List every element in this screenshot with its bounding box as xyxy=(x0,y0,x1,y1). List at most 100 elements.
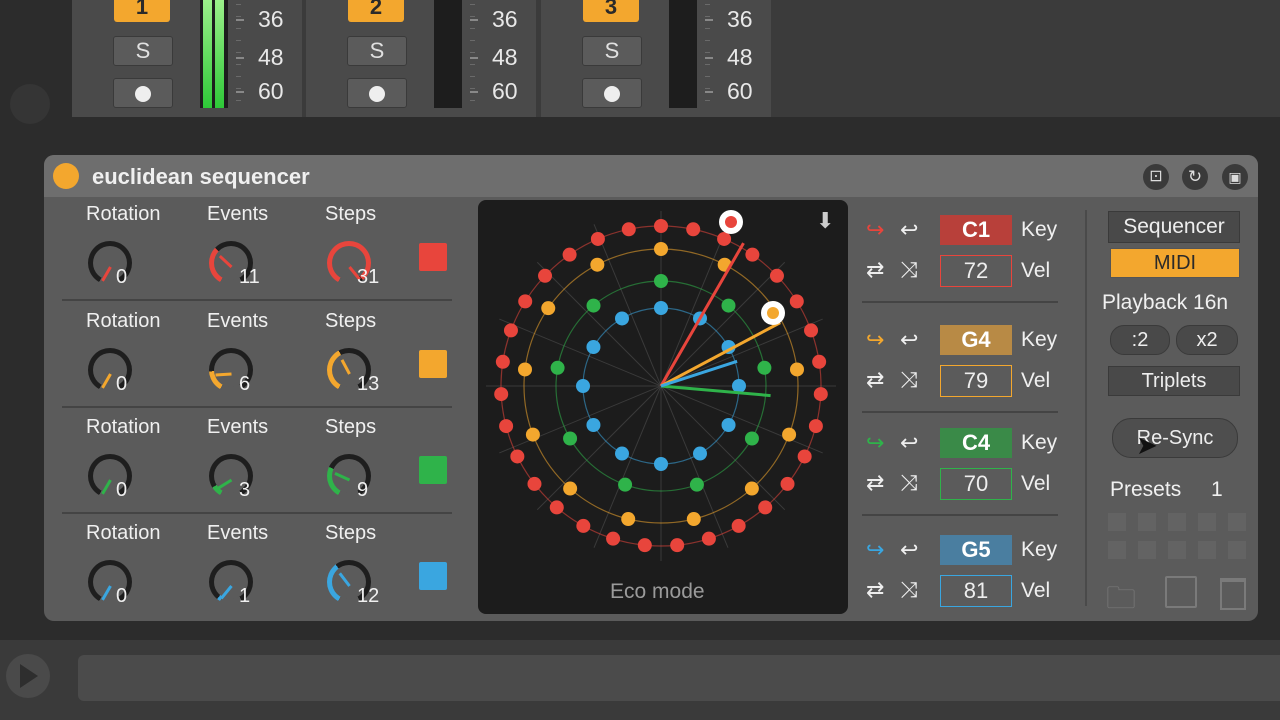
note-key-box[interactable]: G4 xyxy=(940,325,1012,355)
device-power-button[interactable] xyxy=(53,163,79,189)
color-swatch[interactable] xyxy=(419,562,447,590)
preset-slot[interactable] xyxy=(1168,541,1186,559)
rotation-value: 0 xyxy=(116,585,128,607)
events-label: Events xyxy=(207,310,269,332)
note-key-box[interactable]: C4 xyxy=(940,428,1012,458)
shuffle-icon[interactable]: ⤨ xyxy=(900,257,918,283)
half-button[interactable]: :2 xyxy=(1110,325,1170,355)
undo-icon[interactable]: ↩ xyxy=(900,217,918,243)
resync-button[interactable]: Re-Sync xyxy=(1112,418,1238,458)
scale-minor-tick xyxy=(236,16,241,17)
redo-icon[interactable]: ↪ xyxy=(866,537,884,563)
scale-label: 60 xyxy=(258,78,284,104)
scale-minor-tick xyxy=(705,4,710,5)
undo-icon[interactable]: ↩ xyxy=(900,430,918,456)
track-number-button[interactable]: 3 xyxy=(583,0,639,22)
track-options-button[interactable] xyxy=(113,78,173,108)
redo-icon[interactable]: ↪ xyxy=(866,430,884,456)
track-options-button[interactable] xyxy=(582,78,642,108)
swap-icon[interactable]: ⇄ xyxy=(866,470,884,496)
solo-button[interactable]: S xyxy=(347,36,407,66)
events-value: 3 xyxy=(239,479,251,501)
presets-value[interactable]: 1 xyxy=(1211,478,1223,502)
scale-minor-tick xyxy=(236,100,241,101)
note-key-box[interactable]: C1 xyxy=(940,215,1012,245)
scale-minor-tick xyxy=(236,88,241,89)
step-dot xyxy=(586,340,601,354)
scale-minor-tick xyxy=(470,4,475,5)
scale-minor-tick xyxy=(705,40,710,41)
map-icon[interactable]: ⊡ xyxy=(1143,164,1169,190)
step-dot xyxy=(813,387,828,402)
preset-slot[interactable] xyxy=(1228,541,1246,559)
level-meter xyxy=(200,0,228,108)
shuffle-icon[interactable]: ⤨ xyxy=(900,577,918,603)
scale-tick xyxy=(705,91,713,93)
color-swatch[interactable] xyxy=(419,243,447,271)
double-button[interactable]: x2 xyxy=(1176,325,1238,355)
velocity-box[interactable]: 70 xyxy=(940,468,1012,500)
disk-icon[interactable] xyxy=(1165,576,1197,608)
key-label: Key xyxy=(1021,218,1058,241)
playback-label[interactable]: Playback 16n xyxy=(1102,291,1228,315)
preset-slot[interactable] xyxy=(1198,541,1216,559)
eco-mode-label[interactable]: Eco mode xyxy=(610,580,705,604)
track-options-button[interactable] xyxy=(347,78,407,108)
events-label: Events xyxy=(207,522,269,544)
row-divider xyxy=(62,406,452,408)
step-dot xyxy=(621,512,636,527)
download-icon[interactable]: ⬇ xyxy=(816,208,834,234)
scale-minor-tick xyxy=(705,52,710,53)
scale-tick xyxy=(705,57,713,59)
preset-slot[interactable] xyxy=(1108,541,1126,559)
note-key-box[interactable]: G5 xyxy=(940,535,1012,565)
steps-value: 13 xyxy=(357,373,380,395)
save-icon[interactable]: ▣ xyxy=(1222,164,1248,190)
color-swatch[interactable] xyxy=(419,456,447,484)
shuffle-icon[interactable]: ⤨ xyxy=(900,470,918,496)
preset-slot[interactable] xyxy=(1138,541,1156,559)
swap-icon[interactable]: ⇄ xyxy=(866,577,884,603)
preset-slot[interactable] xyxy=(1228,513,1246,531)
swap-icon[interactable]: ⇄ xyxy=(866,257,884,283)
scale-minor-tick xyxy=(236,76,241,77)
swap-icon[interactable]: ⇄ xyxy=(866,367,884,393)
triplets-button[interactable]: Triplets xyxy=(1108,366,1240,396)
scale-minor-tick xyxy=(470,40,475,41)
live-logo-icon xyxy=(10,84,50,124)
color-swatch[interactable] xyxy=(419,350,447,378)
velocity-box[interactable]: 79 xyxy=(940,365,1012,397)
preset-slot[interactable] xyxy=(1168,513,1186,531)
preset-slot[interactable] xyxy=(1138,513,1156,531)
preset-slot[interactable] xyxy=(1108,513,1126,531)
shuffle-icon[interactable]: ⤨ xyxy=(900,367,918,393)
redo-icon[interactable]: ↪ xyxy=(866,327,884,353)
step-dot xyxy=(790,362,805,377)
key-label: Key xyxy=(1021,328,1058,351)
scale-minor-tick xyxy=(470,16,475,17)
step-dot xyxy=(549,500,564,515)
sequencer-button[interactable]: Sequencer xyxy=(1108,211,1240,243)
velocity-box[interactable]: 72 xyxy=(940,255,1012,287)
solo-button[interactable]: S xyxy=(582,36,642,66)
trash-icon[interactable] xyxy=(1220,578,1246,610)
velocity-box[interactable]: 81 xyxy=(940,575,1012,607)
undo-icon[interactable]: ↩ xyxy=(900,327,918,353)
hotswap-icon[interactable]: ↻ xyxy=(1182,164,1208,190)
scale-minor-tick xyxy=(705,88,710,89)
midi-button[interactable]: MIDI xyxy=(1110,248,1240,278)
preset-slot[interactable] xyxy=(1198,513,1216,531)
active-step-dot xyxy=(725,216,737,228)
playhead-hand xyxy=(660,384,771,398)
scale-minor-tick xyxy=(236,64,241,65)
redo-icon[interactable]: ↪ xyxy=(866,217,884,243)
presets-label: Presets xyxy=(1110,478,1182,501)
clip-field[interactable] xyxy=(78,655,1280,701)
solo-button[interactable]: S xyxy=(113,36,173,66)
folder-icon[interactable]: 🗀 xyxy=(1106,576,1136,627)
step-dot xyxy=(693,446,707,461)
track-number-button[interactable]: 2 xyxy=(348,0,404,22)
track-number-button[interactable]: 1 xyxy=(114,0,170,22)
scale-minor-tick xyxy=(705,64,710,65)
undo-icon[interactable]: ↩ xyxy=(900,537,918,563)
